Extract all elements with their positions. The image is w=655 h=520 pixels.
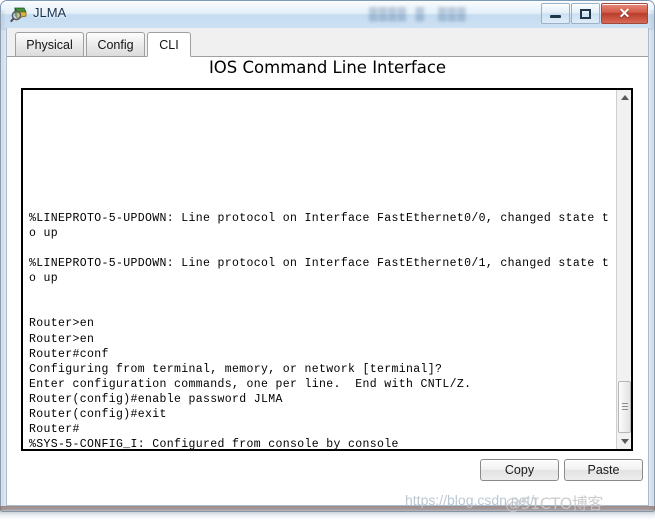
tab-cli[interactable]: CLI <box>147 32 191 57</box>
application-window: JLMA ████ █ ███ ✕ Physical Config CLI IO… <box>0 0 655 520</box>
cli-terminal[interactable]: %LINEPROTO-5-UPDOWN: Line protocol on In… <box>21 88 633 451</box>
tab-config[interactable]: Config <box>86 32 145 56</box>
copy-button[interactable]: Copy <box>480 459 559 481</box>
packet-tracer-device-icon <box>10 6 27 23</box>
scroll-down-arrow-icon[interactable] <box>617 434 631 449</box>
minimize-icon <box>542 4 569 23</box>
maximize-icon <box>572 4 599 23</box>
title-bar[interactable]: JLMA ████ █ ███ ✕ <box>1 1 654 28</box>
minimize-button[interactable] <box>541 3 570 24</box>
window-client-area: Physical Config CLI IOS Command Line Int… <box>6 28 649 506</box>
close-button[interactable]: ✕ <box>601 3 648 24</box>
terminal-scrollbar[interactable] <box>616 90 631 449</box>
tab-config-label: Config <box>97 37 134 52</box>
scrollbar-grip-icon <box>622 403 628 412</box>
maximize-button[interactable] <box>571 3 600 24</box>
tab-physical-label: Physical <box>26 37 73 52</box>
titlebar-ghost-watermark: ████ █ ███ <box>369 7 467 21</box>
copy-button-label: Copy <box>504 463 535 477</box>
close-icon: ✕ <box>618 5 631 21</box>
paste-button-label: Paste <box>587 463 620 477</box>
tab-physical[interactable]: Physical <box>15 32 84 56</box>
terminal-output-text: %LINEPROTO-5-UPDOWN: Line protocol on In… <box>29 211 610 451</box>
window-title: JLMA <box>33 5 67 20</box>
window-controls: ✕ <box>540 3 648 24</box>
tab-cli-label: CLI <box>159 37 179 52</box>
paste-button[interactable]: Paste <box>564 459 643 481</box>
scrollbar-thumb[interactable] <box>618 381 631 433</box>
tab-strip: Physical Config CLI <box>7 28 648 57</box>
page-title: IOS Command Line Interface <box>208 58 447 77</box>
scroll-up-arrow-icon[interactable] <box>617 90 631 105</box>
